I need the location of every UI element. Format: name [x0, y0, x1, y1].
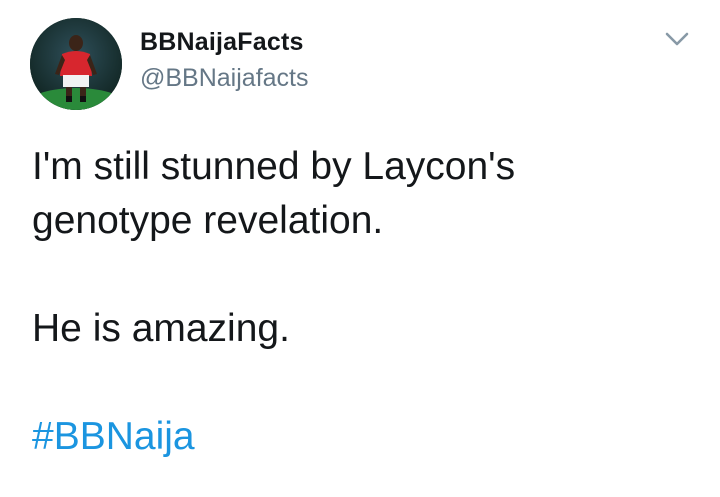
tweet-card: BBNaijaFacts @BBNaijafacts I'm still stu… [0, 0, 720, 497]
tweet-menu-button[interactable] [662, 28, 692, 50]
tweet-text-line: genotype revelation. [32, 199, 384, 242]
display-name[interactable]: BBNaijaFacts [140, 28, 304, 57]
chevron-down-icon [665, 32, 689, 46]
user-handle[interactable]: @BBNaijafacts [140, 64, 309, 93]
profile-avatar[interactable] [30, 18, 122, 110]
tweet-text-line: He is amazing. [32, 307, 290, 350]
person-in-red-jersey-avatar-icon [30, 18, 122, 110]
hashtag-link[interactable]: #BBNaija [32, 410, 692, 464]
tweet-text: I'm still stunned by Laycon's genotype r… [32, 140, 692, 464]
tweet-text-line: I'm still stunned by Laycon's [32, 145, 516, 188]
